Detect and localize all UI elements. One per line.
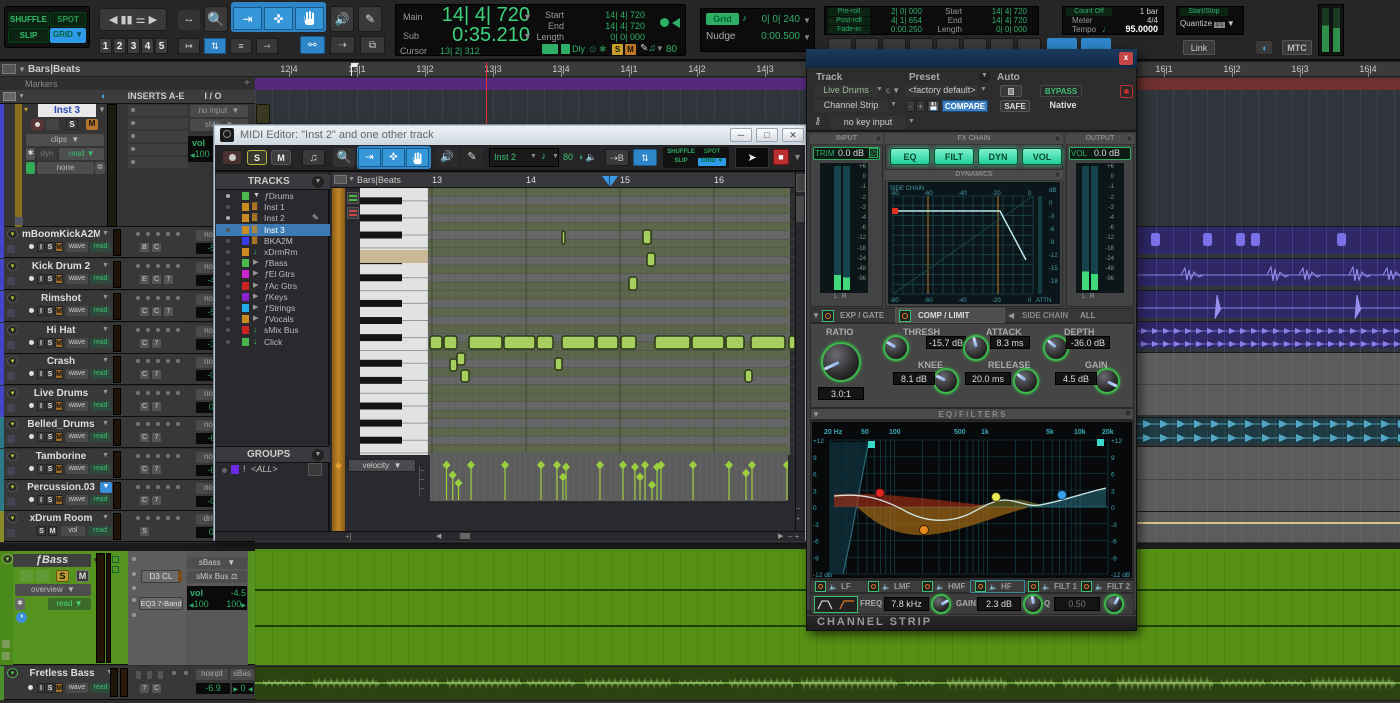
svg-text:3: 3	[813, 488, 817, 495]
svg-text:-3: -3	[1049, 214, 1055, 220]
svg-text:20k: 20k	[1102, 429, 1114, 436]
svg-text:5k: 5k	[1046, 429, 1054, 436]
svg-text:1k: 1k	[981, 429, 989, 436]
svg-text:-6: -6	[1111, 539, 1117, 546]
svg-text:0: 0	[813, 505, 817, 512]
svg-text:0: 0	[1111, 505, 1115, 512]
svg-text:-15: -15	[1049, 266, 1058, 272]
svg-text:6: 6	[813, 472, 817, 479]
svg-text:-3: -3	[813, 522, 819, 529]
svg-text:100: 100	[889, 429, 901, 436]
svg-text:-60: -60	[924, 298, 933, 304]
svg-text:-40: -40	[958, 298, 967, 304]
svg-text:3: 3	[1111, 488, 1115, 495]
svg-text:-40: -40	[958, 191, 967, 197]
svg-text:-20: -20	[992, 298, 1001, 304]
svg-text:-80: -80	[890, 191, 899, 197]
svg-text:500: 500	[954, 429, 966, 436]
svg-text:9: 9	[813, 455, 817, 462]
svg-text:-12: -12	[1049, 253, 1058, 259]
svg-text:dB: dB	[1049, 188, 1056, 194]
svg-text:+12: +12	[813, 438, 824, 445]
svg-text:ATTN: ATTN	[1036, 298, 1051, 304]
svg-text:20 Hz: 20 Hz	[824, 429, 843, 436]
svg-text:50: 50	[861, 429, 869, 436]
svg-text:-12 dB: -12 dB	[813, 572, 832, 578]
svg-text:9: 9	[1111, 455, 1115, 462]
svg-text:-20: -20	[992, 191, 1001, 197]
svg-text:-80: -80	[890, 298, 899, 304]
svg-text:-9: -9	[813, 555, 819, 562]
svg-text:6: 6	[1111, 472, 1115, 479]
svg-text:-6: -6	[1049, 227, 1055, 233]
svg-text:-18: -18	[1049, 279, 1058, 285]
svg-text:-3: -3	[1111, 522, 1117, 529]
svg-text:-9: -9	[1049, 240, 1055, 246]
svg-text:+12: +12	[1111, 438, 1122, 445]
svg-text:-9: -9	[1111, 555, 1117, 562]
svg-text:-12 dB: -12 dB	[1111, 572, 1130, 578]
svg-text:10k: 10k	[1074, 429, 1086, 436]
svg-text:-60: -60	[924, 191, 933, 197]
svg-text:-6: -6	[813, 539, 819, 546]
